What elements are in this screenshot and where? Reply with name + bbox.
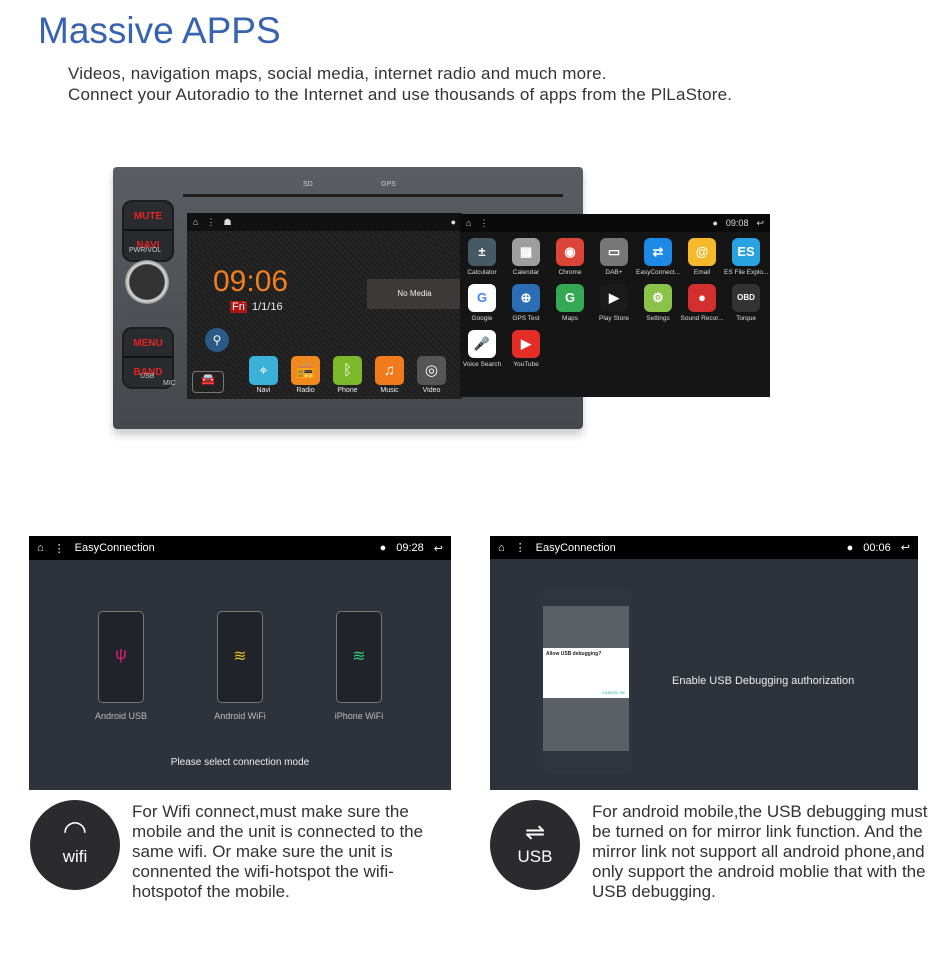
phone-illustration: Allow USB debugging? CANCEL OK (540, 588, 632, 774)
page-title: Massive APPS (38, 10, 281, 51)
menu-icon[interactable]: ⋮ (479, 218, 488, 229)
subtitle-line: Videos, navigation maps, social media, i… (68, 64, 607, 83)
search-icon[interactable]: ⚲ (205, 328, 229, 352)
status-icon: ☗ (223, 216, 232, 227)
app-icon: ▭ (600, 238, 628, 266)
location-icon: ● (379, 542, 387, 554)
home-icon[interactable]: ⌂ (193, 217, 198, 227)
dock-video[interactable]: ◎ Video (417, 356, 446, 394)
app-icon: ⊕ (512, 284, 540, 312)
wifi-badge: ◠ wifi (30, 800, 120, 890)
usb-badge: ⇌ USB (490, 800, 580, 890)
app-google[interactable]: G Google (460, 284, 504, 322)
menu-icon[interactable]: ⋮ (206, 217, 215, 228)
mode-label: iPhone WiFi (334, 711, 384, 721)
clock: 00:06 (863, 541, 891, 554)
app-gps-test[interactable]: ⊕ GPS Test (504, 284, 548, 322)
usb-icon: ψ (115, 646, 127, 663)
back-icon[interactable]: ↩ (434, 542, 443, 555)
media-widget[interactable]: No Media (367, 279, 462, 309)
app-icon: ± (468, 238, 496, 266)
app-icon: G (468, 284, 496, 312)
app-icon: ▶ (600, 284, 628, 312)
car-icon[interactable]: 🚘 (192, 371, 224, 393)
app-sound-recor-[interactable]: ● Sound Recor... (680, 284, 724, 322)
gps-label: GPS (381, 181, 396, 188)
app-email[interactable]: @ Email (680, 238, 724, 276)
cancel-button[interactable]: CANCEL (602, 690, 618, 695)
dock-navi[interactable]: ⌖ Navi (249, 356, 278, 394)
location-icon: ● (846, 541, 854, 554)
caption: Enable USB Debugging authorization (672, 675, 855, 687)
app-icon: ◉ (556, 238, 584, 266)
app-calendar[interactable]: ▦ Calendar (504, 238, 548, 276)
day-badge: Fri (230, 301, 247, 313)
location-icon: ● (450, 217, 456, 227)
wifi-icon: ≋ (352, 648, 366, 665)
menu-icon[interactable]: ⋮ (515, 541, 526, 554)
app-easyconnect-[interactable]: ⇄ EasyConnect... (636, 238, 680, 276)
app-voice-search[interactable]: 🎤 Voice Search (460, 330, 504, 368)
app-icon: @ (688, 238, 716, 266)
location-icon: ● (712, 218, 718, 228)
pwr-label: PWR/VOL (129, 247, 162, 254)
app-icon: ▶ (512, 330, 540, 358)
app-icon: G (556, 284, 584, 312)
dock-phone[interactable]: ᛒ Phone (333, 356, 362, 394)
usb-description: For android mobile,the USB debugging mus… (592, 802, 928, 901)
prompt-text: Please select connection mode (170, 757, 310, 768)
app-torque[interactable]: OBD Torque (724, 284, 768, 322)
app-name: EasyConnection (535, 541, 616, 554)
menu-icon[interactable]: ⋮ (54, 542, 65, 555)
app-settings[interactable]: ⚙ Settings (636, 284, 680, 322)
back-icon[interactable]: ↩ (756, 218, 764, 229)
volume-knob[interactable] (125, 260, 169, 304)
app-icon: ES (732, 238, 760, 266)
usb-label: USB (140, 373, 155, 380)
app-youtube[interactable]: ▶ YouTube (504, 330, 548, 368)
app-icon: ⚙ (644, 284, 672, 312)
sd-label: SD (303, 181, 313, 188)
mode-android-wifi[interactable]: ≋ (217, 611, 263, 703)
mode-iphone-wifi[interactable]: ≋ (336, 611, 382, 703)
app-icon: ● (688, 284, 716, 312)
dock-music[interactable]: ♫ Music (375, 356, 404, 394)
date: 1/1/16 (252, 301, 283, 313)
home-screen: ⌂ ⋮ ☗ ● 09:06 Fri 1/1/16 No Media ⚲ 🚘 ⌖ Navi… (187, 213, 462, 399)
app-dab-[interactable]: ▭ DAB+ (592, 238, 636, 276)
mic-label: MIC (163, 380, 176, 387)
home-icon[interactable]: ⌂ (37, 542, 44, 554)
app-maps[interactable]: G Maps (548, 284, 592, 322)
mode-android-usb[interactable]: ψ (98, 611, 144, 703)
subtitle-line: Connect your Autoradio to the Internet a… (68, 85, 733, 104)
back-icon[interactable]: ↩ (901, 541, 910, 554)
app-icon: ▦ (512, 238, 540, 266)
clock: 09:06 (213, 265, 289, 298)
dock-radio[interactable]: 📻 Radio (291, 356, 320, 394)
wifi-description: For Wifi connect,must make sure the mobi… (132, 802, 424, 901)
mode-label: Android WiFi (214, 711, 266, 721)
usb-debug-dialog: Allow USB debugging? CANCEL OK (543, 648, 629, 698)
clock: 09:08 (725, 218, 749, 228)
wifi-connection-screen: ⌂ ⋮ EasyConnection ● 09:28 ↩ ψ Android USB ≋ … (29, 536, 451, 790)
home-icon[interactable]: ⌂ (498, 542, 505, 554)
mode-label: Android USB (94, 711, 148, 721)
app-name: EasyConnection (74, 542, 155, 554)
usb-connection-screen: ⌂ ⋮ EasyConnection ● 00:06 ↩ Allow USB debugg… (490, 536, 918, 790)
app-icon: OBD (732, 284, 760, 312)
app-es-file-explo-[interactable]: ES ES File Explo... (724, 238, 768, 276)
app-icon: 🎤 (468, 330, 496, 358)
ok-button[interactable]: OK (619, 690, 625, 695)
usb-plug-icon: ⇌ (524, 819, 546, 846)
app-icon: ⇄ (644, 238, 672, 266)
app-calculator[interactable]: ± Calculator (460, 238, 504, 276)
wifi-icon: ◠ (62, 815, 88, 846)
wifi-icon: ≋ (233, 648, 247, 665)
app-chrome[interactable]: ◉ Chrome (548, 238, 592, 276)
app-play-store[interactable]: ▶ Play Store (592, 284, 636, 322)
apps-screen: ⌂ ⋮ ● 09:08 ↩ ± Calculator ▦ Calendar ◉ Chrome ▭ DA… (460, 214, 770, 397)
home-icon[interactable]: ⌂ (466, 218, 471, 228)
disc-slot (183, 194, 563, 197)
clock: 09:28 (396, 542, 424, 554)
